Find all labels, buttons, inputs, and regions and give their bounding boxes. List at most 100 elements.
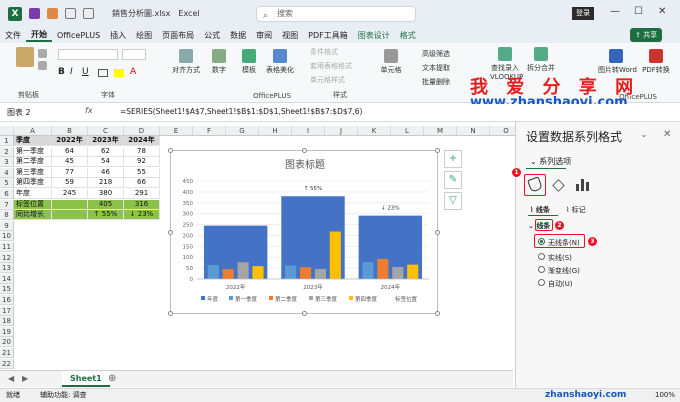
status-accessibility[interactable]: 辅助功能: 调查 (40, 389, 87, 402)
row-header[interactable]: 15 (0, 284, 14, 295)
option-auto-line[interactable]: 自动(U) (548, 279, 573, 289)
border-icon[interactable] (98, 69, 108, 77)
row-header[interactable]: 17 (0, 305, 14, 316)
menu-3[interactable]: 插入 (105, 30, 131, 41)
search-box[interactable]: ⌕ 搜索 (256, 6, 416, 22)
row-header[interactable]: 14 (0, 273, 14, 284)
table-cell[interactable]: 标签位置 (14, 199, 52, 210)
resize-handle[interactable] (302, 311, 307, 316)
row-header[interactable]: 22 (0, 358, 14, 369)
column-header[interactable]: C (88, 126, 124, 136)
column-header[interactable]: N (457, 126, 490, 136)
column-header[interactable]: M (424, 126, 457, 136)
formula-input[interactable]: =SERIES(Sheet1!$A$7,Sheet1!$B$1:$D$1,She… (120, 107, 362, 116)
option-gradient-line[interactable]: 渐变线(G) (548, 266, 580, 276)
radio-solid-line[interactable] (538, 253, 545, 260)
undo-icon[interactable] (65, 8, 76, 19)
table-cell[interactable]: 291 (124, 189, 160, 199)
menu-7[interactable]: 数据 (225, 30, 251, 41)
table-beautify-button[interactable]: 表格美化 (266, 49, 294, 75)
pane-close-icon[interactable]: ✕ (663, 129, 671, 140)
resize-handle[interactable] (168, 148, 173, 153)
column-header[interactable]: L (391, 126, 424, 136)
batch-delete-button[interactable]: 批量删除 (422, 77, 450, 87)
minimize-icon[interactable]: — (610, 6, 620, 17)
table-cell[interactable]: 59 (52, 178, 88, 189)
column-header[interactable]: A (14, 126, 52, 136)
table-cell[interactable]: 45 (52, 157, 88, 168)
column-header[interactable]: G (226, 126, 259, 136)
column-header[interactable]: B (52, 126, 88, 136)
menu-8[interactable]: 审阅 (251, 30, 277, 41)
add-sheet-icon[interactable]: ⊕ (108, 373, 116, 384)
table-cell[interactable]: 77 (52, 167, 88, 178)
resize-handle[interactable] (168, 230, 173, 235)
font-name-select[interactable] (58, 49, 118, 60)
italic-icon[interactable]: I (70, 67, 73, 77)
table-cell[interactable] (52, 199, 88, 210)
font-color-icon[interactable]: A (130, 67, 136, 77)
tab-line[interactable]: ⌇ 线条 (530, 205, 550, 215)
effects-icon[interactable] (552, 179, 565, 192)
paste-icon[interactable] (16, 47, 34, 67)
table-cell[interactable]: 64 (52, 146, 88, 157)
row-header[interactable]: 21 (0, 348, 14, 358)
table-cell[interactable]: 62 (88, 146, 124, 157)
row-header[interactable]: 18 (0, 316, 14, 327)
table-cell[interactable]: ↓ 23% (124, 210, 160, 221)
row-header[interactable]: 12 (0, 252, 14, 263)
radio-auto-line[interactable] (538, 279, 545, 286)
adv-filter-button[interactable]: 高级筛选 (422, 49, 450, 59)
menu-0[interactable]: 文件 (0, 30, 26, 41)
table-cell[interactable]: 46 (88, 167, 124, 178)
name-box[interactable]: 图表 2 (4, 106, 76, 119)
template-button[interactable]: 模板 (242, 49, 256, 75)
select-all-corner[interactable] (0, 126, 14, 136)
underline-icon[interactable]: U (82, 67, 89, 77)
cells-group[interactable]: 单元格 (376, 45, 406, 101)
table-cell[interactable]: 2023年 (88, 136, 124, 146)
menu-2[interactable]: OfficePLUS (52, 31, 105, 40)
row-header[interactable]: 10 (0, 231, 14, 242)
table-cell[interactable]: 380 (88, 189, 124, 199)
chart[interactable]: 图表标题 0 50 100 150 200 250 300 350 400 450 2022年 2023… (168, 148, 440, 316)
chart-elements-button[interactable]: + (444, 150, 462, 168)
row-header[interactable]: 6 (0, 189, 14, 199)
resize-handle[interactable] (435, 230, 440, 235)
table-cell[interactable]: 2022年 (52, 136, 88, 146)
row-header[interactable]: 7 (0, 199, 14, 210)
fx-icon[interactable]: fx (85, 106, 93, 115)
resize-handle[interactable] (302, 148, 307, 153)
table-cell[interactable]: 第四季度 (14, 178, 52, 189)
cut-icon[interactable] (38, 49, 47, 58)
chart-styles-button[interactable]: ✎ (444, 171, 462, 189)
radio-gradient-line[interactable] (538, 266, 545, 273)
autosave-toggle-icon[interactable] (47, 8, 58, 19)
series-options-dropdown[interactable]: ⌄ 系列选项 (530, 156, 571, 167)
table-cell[interactable]: 55 (124, 167, 160, 178)
row-header[interactable]: 11 (0, 242, 14, 252)
row-header[interactable]: 16 (0, 295, 14, 305)
sheet-tab[interactable]: Sheet1 (62, 371, 110, 387)
menu-6[interactable]: 公式 (199, 30, 225, 41)
table-cell[interactable]: 第一季度 (14, 146, 52, 157)
resize-handle[interactable] (435, 148, 440, 153)
menu-5[interactable]: 页面布局 (157, 30, 199, 41)
option-solid-line[interactable]: 实线(S) (548, 253, 572, 263)
table-cell[interactable] (52, 210, 88, 221)
fill-color-icon[interactable] (114, 69, 124, 77)
table-cell[interactable]: 316 (124, 199, 160, 210)
table-cell[interactable]: 年度 (14, 189, 52, 199)
column-header[interactable]: F (193, 126, 226, 136)
column-header[interactable]: H (259, 126, 292, 136)
table-cell[interactable]: 66 (124, 178, 160, 189)
tab-marker[interactable]: ⌇ 标记 (566, 205, 586, 215)
login-button[interactable]: 登录 (572, 7, 594, 20)
chart-filter-button[interactable]: ▽ (444, 192, 462, 210)
table-cell[interactable]: 54 (88, 157, 124, 168)
prev-sheet-icon[interactable]: ◀ (8, 374, 14, 383)
table-cell[interactable]: 季度 (14, 136, 52, 146)
bold-icon[interactable]: B (58, 67, 65, 77)
resize-handle[interactable] (435, 311, 440, 316)
radio-no-line[interactable] (538, 238, 545, 245)
